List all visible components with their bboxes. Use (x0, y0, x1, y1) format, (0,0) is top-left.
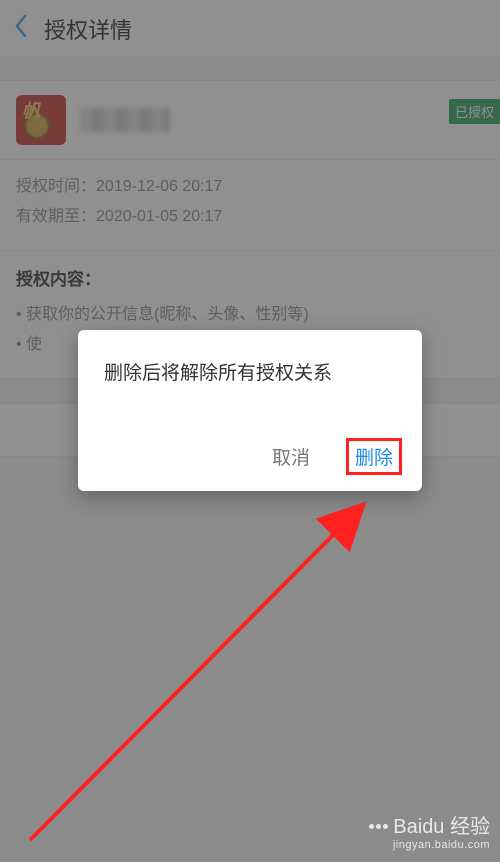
dialog-actions: 取消 删除 (78, 388, 422, 491)
cancel-button[interactable]: 取消 (266, 438, 316, 475)
modal-overlay: 删除后将解除所有授权关系 取消 删除 (0, 0, 500, 862)
dialog-message: 删除后将解除所有授权关系 (78, 360, 422, 388)
paw-icon (369, 824, 388, 829)
confirm-dialog: 删除后将解除所有授权关系 取消 删除 (78, 330, 422, 491)
watermark-main: Baidu 经验 (393, 815, 490, 839)
watermark: Baidu 经验 jingyan.baidu.com (369, 815, 490, 852)
delete-button[interactable]: 删除 (346, 438, 402, 475)
watermark-sub: jingyan.baidu.com (369, 839, 490, 852)
